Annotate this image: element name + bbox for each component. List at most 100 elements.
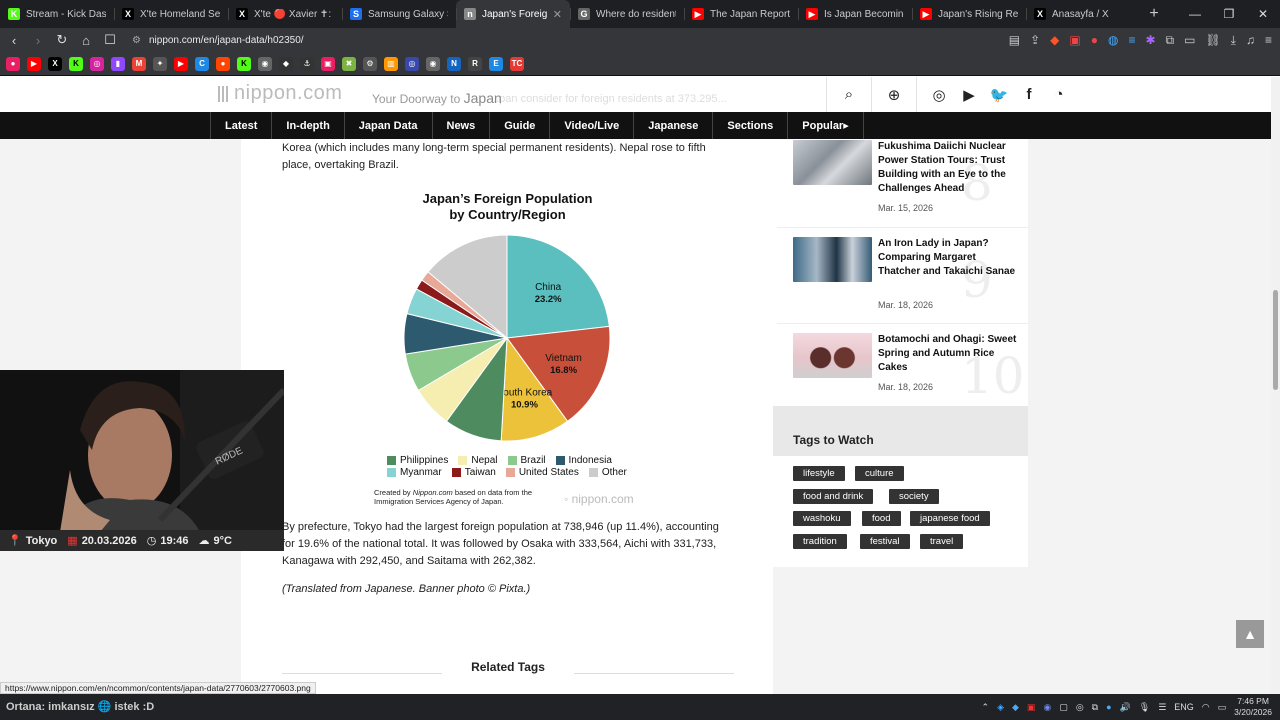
media-icon[interactable]: ♫	[1246, 33, 1255, 47]
tray-app-icon[interactable]: ◈	[997, 702, 1004, 713]
article-thumbnail[interactable]	[793, 140, 872, 185]
restore-icon[interactable]: ❐	[1212, 0, 1246, 28]
bookmark-icon[interactable]: C	[195, 56, 209, 71]
site-logo[interactable]: nippon.com	[218, 82, 342, 105]
tray-app-icon[interactable]: ●	[1106, 702, 1111, 712]
language-indicator[interactable]: ENG	[1174, 702, 1194, 712]
nav-item[interactable]: News	[433, 112, 491, 139]
browser-tab[interactable]: X X'te Homeland Securit	[114, 0, 228, 28]
popular-article-item[interactable]: 8 Fukushima Daiichi Nuclear Power Statio…	[793, 140, 1023, 230]
bookmark-icon[interactable]: ◉	[426, 56, 440, 71]
url-text[interactable]: nippon.com/en/japan-data/h02350/	[149, 35, 304, 46]
extension-icon[interactable]: ≡	[1128, 33, 1135, 47]
tag-chip[interactable]: japanese food	[910, 511, 990, 526]
system-clock[interactable]: 7:46 PM 3/20/2026	[1234, 696, 1272, 718]
browser-tab[interactable]: X Anasayfa / X	[1026, 0, 1140, 28]
tray-app-icon[interactable]: ▣	[1027, 702, 1036, 713]
extension-icon[interactable]: ✱	[1145, 33, 1155, 47]
bookmark-icon[interactable]: TC	[510, 56, 524, 71]
article-title[interactable]: Botamochi and Ohagi: Sweet Spring and Au…	[878, 333, 1018, 375]
speaker-icon[interactable]: 🔊	[1120, 702, 1131, 713]
download-icon[interactable]: ⤓	[1231, 33, 1236, 48]
search-icon[interactable]: ⌕	[837, 77, 861, 112]
url-field[interactable]: ⚙ nippon.com/en/japan-data/h02350/	[132, 35, 304, 46]
tray-app-icon[interactable]: ⧉	[1092, 702, 1098, 713]
nav-item[interactable]: Japan Data	[345, 112, 433, 139]
tag-chip[interactable]: festival	[860, 534, 910, 549]
site-info-icon[interactable]: ⚙	[132, 35, 141, 46]
bookmark-icon[interactable]: ◎	[90, 56, 104, 71]
nav-item[interactable]: Sections	[713, 112, 789, 139]
youtube-icon[interactable]: ▶	[957, 77, 981, 112]
browser-tab[interactable]: K Stream - Kick Dashboa	[0, 0, 114, 28]
nav-item[interactable]: Video/Live	[550, 112, 635, 139]
tag-chip[interactable]: lifestyle	[793, 466, 845, 481]
bookmark-icon[interactable]: ◎	[405, 56, 419, 71]
browser-tab[interactable]: ▶ Japan's Rising Relucta	[912, 0, 1026, 28]
rss-icon[interactable]: ◔	[1047, 77, 1071, 112]
brave-shield-icon[interactable]: ◆	[1050, 33, 1059, 47]
browser-tab[interactable]: X X'te 🔴 Xavier ✝: "Just	[228, 0, 342, 28]
close-tab-icon[interactable]: ✕	[553, 8, 562, 21]
bookmark-icon[interactable]: X	[48, 56, 62, 71]
bookmark-icon[interactable]: ●	[216, 56, 230, 71]
extension-icon[interactable]: ●	[1091, 33, 1098, 47]
back-to-top-button[interactable]: ▲	[1236, 620, 1264, 648]
battery-icon[interactable]: ▭	[1218, 702, 1227, 713]
article-thumbnail[interactable]	[793, 333, 872, 378]
browser-tab[interactable]: ▶ Is Japan Becoming Mo	[798, 0, 912, 28]
instagram-icon[interactable]: ◎	[927, 77, 951, 112]
bookmark-icon[interactable]: E	[489, 56, 503, 71]
bookmark-icon[interactable]: ⚙	[363, 56, 377, 71]
pie-chart-figure[interactable]: China 23.2% Vietnam 16.8% South Korea 10.9% J…	[365, 187, 655, 517]
tray-app-icon[interactable]: ◎	[1076, 702, 1084, 713]
tray-app-icon[interactable]: ☰	[1158, 702, 1166, 713]
reader-mode-icon[interactable]: ▤	[1009, 33, 1020, 47]
chevron-up-icon[interactable]: ⌃	[982, 702, 990, 713]
tray-app-icon[interactable]: ◆	[1012, 702, 1019, 713]
bookmark-icon[interactable]: K	[237, 56, 251, 71]
minimize-icon[interactable]: —	[1178, 0, 1212, 28]
menu-icon[interactable]: ≡	[1265, 33, 1272, 47]
bookmark-icon[interactable]: ✦	[153, 56, 167, 71]
tag-chip[interactable]: washoku	[793, 511, 851, 526]
bookmark-icon[interactable]: ●	[6, 56, 20, 71]
bookmark-icon[interactable]: ◉	[258, 56, 272, 71]
bookmark-icon[interactable]: R	[468, 56, 482, 71]
globe-icon[interactable]: ⊕	[882, 77, 906, 112]
home-icon[interactable]: ⌂	[76, 33, 96, 48]
mic-icon[interactable]: 🎙	[1139, 702, 1150, 713]
bookmark-icon[interactable]: ▶	[174, 56, 188, 71]
article-title[interactable]: Fukushima Daiichi Nuclear Power Station …	[878, 140, 1018, 196]
nav-item[interactable]: Guide	[490, 112, 551, 139]
extensions-puzzle-icon[interactable]: ⧉	[1166, 33, 1175, 48]
new-tab-button[interactable]: +	[1140, 5, 1168, 23]
nav-item[interactable]: Japanese	[634, 112, 714, 139]
browser-tab[interactable]: n Japan's Foreign Po ✕	[456, 0, 570, 28]
bookmark-icon[interactable]: ▣	[321, 56, 335, 71]
wifi-icon[interactable]: ◠	[1202, 702, 1210, 713]
tag-chip[interactable]: travel	[920, 534, 964, 549]
bookmark-icon[interactable]: ✖	[342, 56, 356, 71]
share-icon[interactable]: ⇪	[1030, 33, 1040, 47]
bookmark-icon[interactable]: ⚓	[300, 56, 314, 71]
browser-tab[interactable]: G Where do resident fore	[570, 0, 684, 28]
nav-item[interactable]: In-depth	[272, 112, 345, 139]
back-icon[interactable]: ‹	[4, 33, 24, 48]
bookmark-icon[interactable]: N	[447, 56, 461, 71]
sidebar-icon[interactable]: ▭	[1184, 33, 1195, 47]
bookmark-icon[interactable]: K	[69, 56, 83, 71]
tag-chip[interactable]: tradition	[793, 534, 847, 549]
tag-chip[interactable]: food and drink	[793, 489, 874, 504]
forward-icon[interactable]: ›	[28, 33, 48, 48]
tag-chip[interactable]: food	[862, 511, 901, 526]
browser-tab[interactable]: ▶ The Japan Reporter - Y	[684, 0, 798, 28]
bookmark-icon[interactable]: ▮	[111, 56, 125, 71]
tag-chip[interactable]: society	[889, 489, 939, 504]
twitter-icon[interactable]: 🐦	[987, 77, 1011, 112]
bookmark-icon[interactable]: ▥	[384, 56, 398, 71]
facebook-icon[interactable]: f	[1017, 77, 1041, 112]
article-title[interactable]: An Iron Lady in Japan? Comparing Margare…	[878, 237, 1018, 279]
close-window-icon[interactable]: ✕	[1246, 0, 1280, 28]
bookmark-icon[interactable]: ◆	[279, 56, 293, 71]
